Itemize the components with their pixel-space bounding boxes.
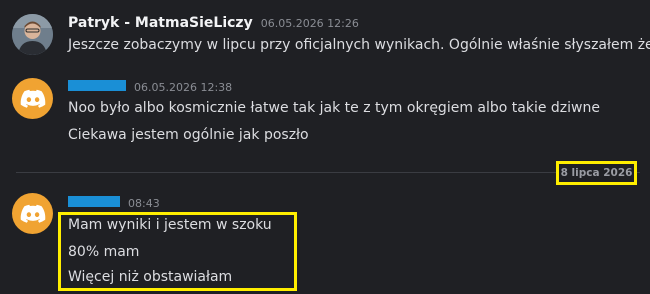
redacted-username[interactable] <box>68 196 120 207</box>
redacted-username[interactable] <box>68 80 126 91</box>
message-text: 80% mam <box>68 244 140 260</box>
message-author[interactable]: Patryk - MatmaSieLiczy <box>68 15 253 31</box>
message-text: Jeszcze zobaczymy w lipcu przy oficjalny… <box>68 37 650 53</box>
user-avatar[interactable] <box>12 14 53 55</box>
avatar[interactable] <box>12 193 53 234</box>
date-divider: 8 lipca 2026 <box>556 161 637 185</box>
user-photo-icon <box>12 14 53 55</box>
discord-icon <box>20 204 45 223</box>
message-text: Mam wyniki i jestem w szoku <box>68 217 272 233</box>
message-text: Więcej niż obstawiałam <box>68 269 233 285</box>
message-timestamp: 06.05.2026 12:26 <box>260 17 359 30</box>
avatar[interactable] <box>12 78 53 119</box>
message-timestamp: 08:43 <box>128 197 160 210</box>
message-text: Ciekawa jestem ogólnie jak poszło <box>68 127 309 143</box>
discord-icon <box>20 89 45 108</box>
message-text: Noo było albo kosmicznie łatwe tak jak t… <box>68 100 600 116</box>
message-timestamp: 06.05.2026 12:38 <box>134 81 233 94</box>
date-divider-line <box>16 172 640 173</box>
